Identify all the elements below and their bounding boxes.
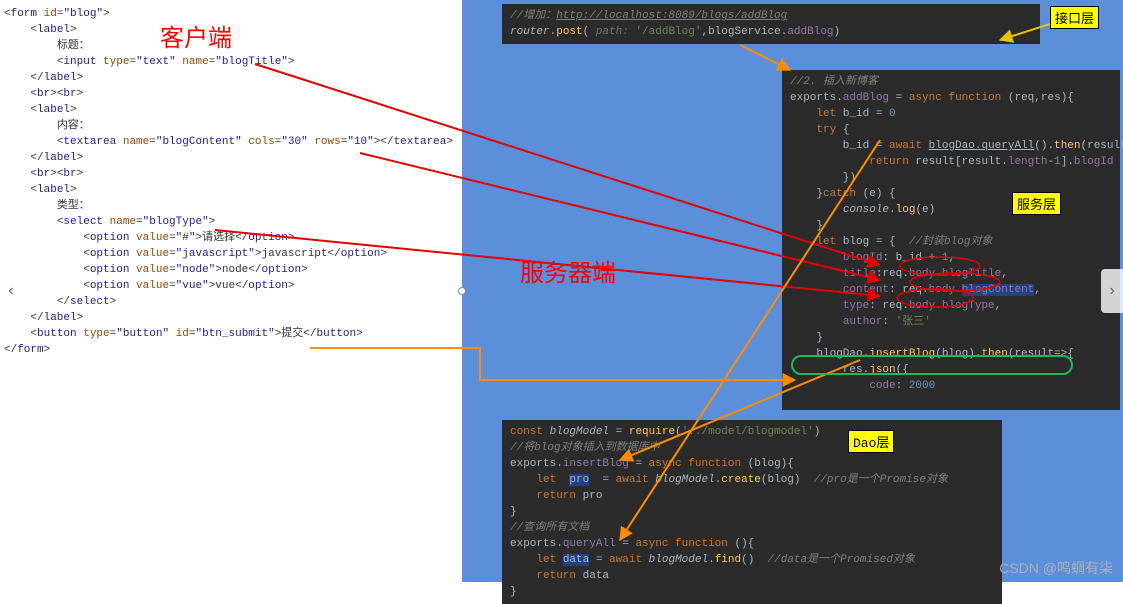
watermark: CSDN @鸣蜩有柒 — [999, 558, 1113, 578]
client-html-code: <form id="blog"> <label> 标题： <input type… — [0, 0, 462, 364]
dao-code: const blogModel = require('../model/blog… — [502, 420, 1002, 604]
service-code: //2. 插入新博客 exports.addBlog = async funct… — [782, 70, 1120, 410]
server-label: 服务器端 — [520, 253, 616, 288]
nav-next-button[interactable]: › — [1101, 269, 1123, 313]
api-layer-label: 接口层 — [1050, 6, 1099, 29]
nav-prev-button[interactable]: ‹ — [0, 269, 22, 313]
slide-indicator — [458, 287, 466, 295]
dao-layer-label: Dao层 — [848, 430, 894, 453]
client-label: 客户端 — [160, 18, 232, 53]
router-code: //增加：http://localhost:8089/blogs/addBlog… — [502, 4, 1040, 44]
server-panel: //增加：http://localhost:8089/blogs/addBlog… — [462, 0, 1123, 582]
client-code-panel: <form id="blog"> <label> 标题： <input type… — [0, 0, 462, 582]
service-layer-label: 服务层 — [1012, 192, 1061, 215]
